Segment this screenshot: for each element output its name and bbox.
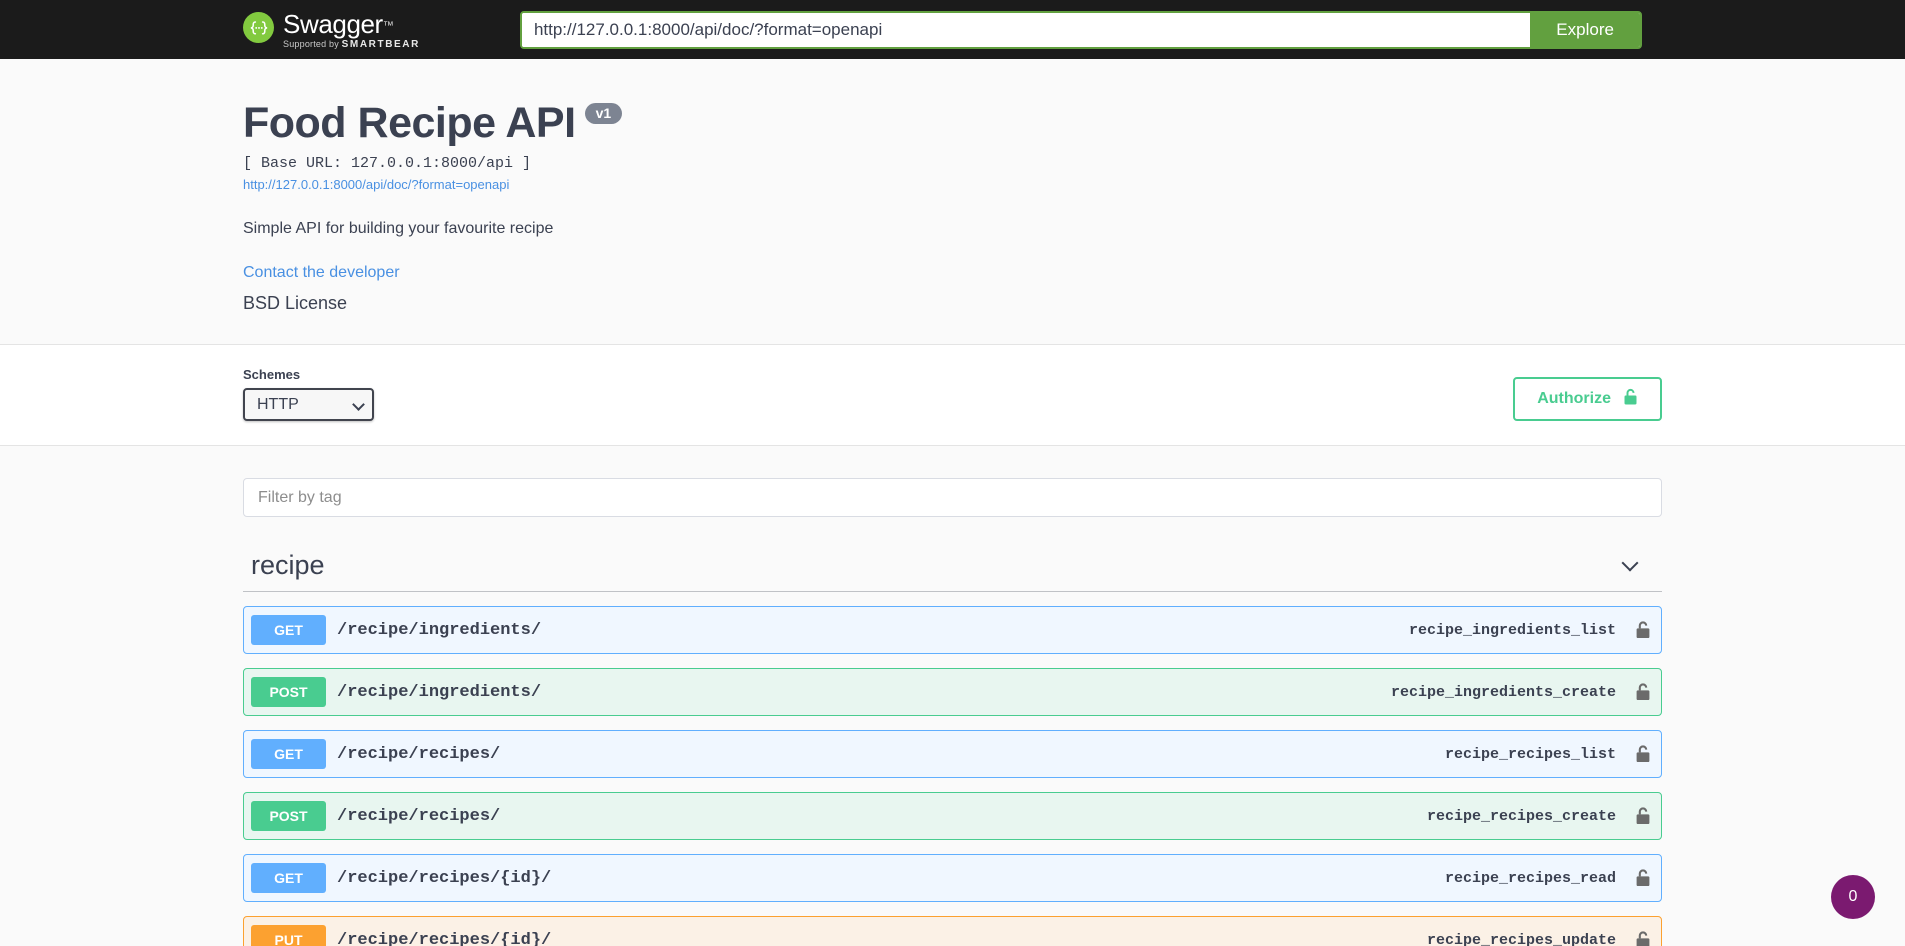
operation-row[interactable]: GET /recipe/ingredients/ recipe_ingredie… xyxy=(243,606,1662,655)
status-badge[interactable]: 0 xyxy=(1831,875,1875,919)
operation-path: /recipe/ingredients/ xyxy=(337,682,542,702)
operation-row[interactable]: GET /recipe/recipes/{id}/ recipe_recipes… xyxy=(243,854,1662,903)
authorize-label: Authorize xyxy=(1537,390,1611,408)
operation-path: /recipe/recipes/ xyxy=(337,806,501,826)
tag-block-recipe: recipe GET /recipe/ingredients/ recipe_i… xyxy=(243,544,1662,946)
operation-row[interactable]: POST /recipe/ingredients/ recipe_ingredi… xyxy=(243,668,1662,717)
operation-id: recipe_recipes_list xyxy=(1444,745,1616,763)
http-method-badge: POST xyxy=(251,677,326,708)
swagger-logo-text: Swagger™ Supported by SMARTBEAR xyxy=(283,9,420,50)
unlock-icon[interactable] xyxy=(1635,744,1651,764)
operation-id: recipe_ingredients_create xyxy=(1390,683,1616,701)
trademark-glyph: ™ xyxy=(382,20,394,32)
unlock-icon[interactable] xyxy=(1635,930,1651,946)
spec-doc-link[interactable]: http://127.0.0.1:8000/api/doc/?format=op… xyxy=(243,177,1662,192)
http-method-badge: GET xyxy=(251,863,326,894)
status-badge-count: 0 xyxy=(1848,888,1858,905)
api-description: Simple API for building your favourite r… xyxy=(243,220,554,238)
api-title-text: Food Recipe API xyxy=(243,99,576,147)
topbar: Swagger™ Supported by SMARTBEAR Explore xyxy=(0,0,1905,59)
http-method-badge: GET xyxy=(251,615,326,646)
unlock-icon[interactable] xyxy=(1635,682,1651,702)
http-method-badge: GET xyxy=(251,739,326,770)
api-info-section: Food Recipe API v1 [ Base URL: 127.0.0.1… xyxy=(0,59,1905,345)
unlock-icon[interactable] xyxy=(1635,868,1651,888)
tag-header-recipe[interactable]: recipe xyxy=(243,544,1662,593)
operation-id: recipe_recipes_update xyxy=(1426,931,1616,946)
operation-row[interactable]: GET /recipe/recipes/ recipe_recipes_list xyxy=(243,730,1662,779)
operation-path: /recipe/ingredients/ xyxy=(337,620,542,640)
supported-by-line: Supported by SMARTBEAR xyxy=(283,39,420,50)
unlock-icon[interactable] xyxy=(1635,806,1651,826)
spec-url-input[interactable] xyxy=(521,12,1531,47)
page-title: Food Recipe API v1 xyxy=(243,99,1662,147)
paths-section: recipe GET /recipe/ingredients/ recipe_i… xyxy=(0,446,1905,946)
operation-path: /recipe/recipes/{id}/ xyxy=(337,868,552,888)
schemes-section: Schemes HTTP Authorize xyxy=(0,345,1905,446)
chevron-down-icon xyxy=(1621,554,1639,572)
api-version-badge: v1 xyxy=(584,103,623,124)
operation-row[interactable]: PUT /recipe/recipes/{id}/ recipe_recipes… xyxy=(243,916,1662,946)
operation-id: recipe_ingredients_list xyxy=(1408,621,1616,639)
tag-name: recipe xyxy=(251,550,325,581)
swagger-logo-icon xyxy=(243,12,274,43)
operation-path: /recipe/recipes/{id}/ xyxy=(337,930,552,946)
explore-button[interactable]: Explore xyxy=(1530,12,1640,47)
base-url: [ Base URL: 127.0.0.1:8000/api ] xyxy=(243,155,532,173)
scheme-select[interactable]: HTTP xyxy=(243,388,374,422)
contact-developer-link[interactable]: Contact the developer xyxy=(243,264,1662,282)
authorize-button[interactable]: Authorize xyxy=(1513,377,1662,422)
unlock-icon xyxy=(1623,388,1638,410)
smartbear-wordmark: SMARTBEAR xyxy=(341,39,420,50)
explore-form: Explore xyxy=(519,10,1642,49)
scheme-select-wrapper: HTTP xyxy=(243,388,374,422)
filter-by-tag-input[interactable] xyxy=(243,478,1662,518)
api-license: BSD License xyxy=(243,293,348,314)
operation-id: recipe_recipes_create xyxy=(1426,807,1616,825)
swagger-wordmark: Swagger™ xyxy=(283,9,394,39)
schemes-control: Schemes HTTP xyxy=(243,367,374,422)
swagger-logo-link[interactable]: Swagger™ Supported by SMARTBEAR xyxy=(243,9,420,50)
operation-row[interactable]: POST /recipe/recipes/ recipe_recipes_cre… xyxy=(243,792,1662,841)
schemes-label: Schemes xyxy=(243,367,301,383)
operation-path: /recipe/recipes/ xyxy=(337,744,501,764)
operation-id: recipe_recipes_read xyxy=(1444,869,1616,887)
http-method-badge: POST xyxy=(251,801,326,832)
http-method-badge: PUT xyxy=(251,925,326,946)
unlock-icon[interactable] xyxy=(1635,620,1651,640)
